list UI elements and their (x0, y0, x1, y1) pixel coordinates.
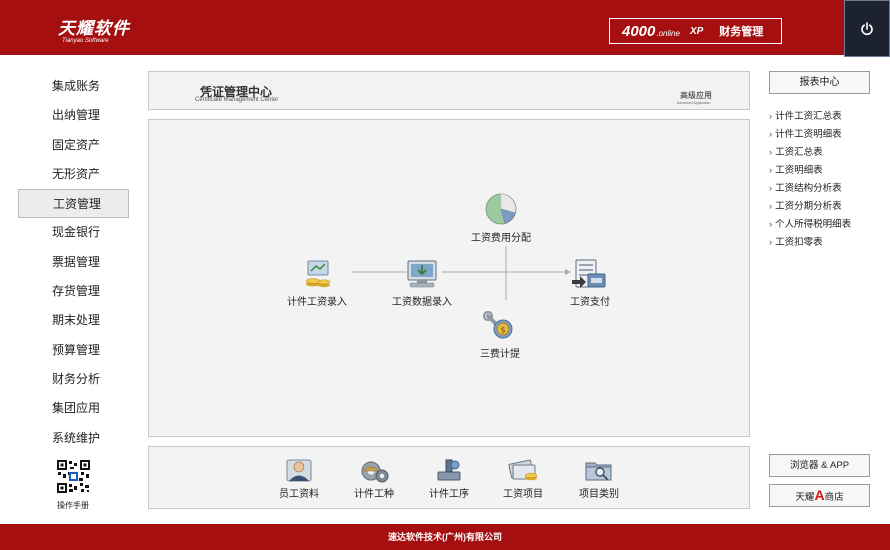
product-badge: 4000 .online XP 财务管理 (609, 18, 782, 44)
report-link-label: 工资扣零表 (775, 237, 823, 248)
nav-item-payroll[interactable]: 工资管理 (18, 189, 129, 219)
chevron-right-icon: › (769, 129, 773, 140)
wage-payment-icon (572, 259, 606, 288)
report-link[interactable]: › 个人所得税明细表 (769, 216, 851, 234)
report-link[interactable]: › 工资扣零表 (769, 234, 851, 252)
report-link-label: 工资汇总表 (775, 147, 823, 158)
svg-text:$: $ (500, 326, 505, 335)
wage-cost-allocation-label: 工资费用分配 (471, 233, 531, 244)
store-a-icon: A (814, 487, 825, 503)
manual-label[interactable]: 操作手册 (57, 500, 89, 511)
power-button[interactable] (844, 0, 890, 57)
header-bar: 天耀软件 Tianyao Software 4000 .online XP 财务… (0, 0, 890, 57)
footer-company: 速达软件技术(广州)有限公司 (388, 532, 502, 542)
report-list: › 计件工资汇总表 › 计件工资明细表 › 工资汇总表 › 工资明细表 › 工资结构分析表… (769, 108, 851, 252)
piece-process-label: 计件工序 (429, 489, 469, 500)
report-link[interactable]: › 工资明细表 (769, 162, 851, 180)
report-link[interactable]: › 计件工资汇总表 (769, 108, 851, 126)
report-link[interactable]: › 工资汇总表 (769, 144, 851, 162)
tool-employee-info[interactable]: 员工资料 (279, 457, 319, 500)
node-wage-payment[interactable]: 工资支付 (570, 258, 610, 308)
node-three-fees-accrual[interactable]: $ 三费计提 (480, 310, 520, 360)
nav-item-cash-bank[interactable]: 现金银行 (18, 218, 129, 247)
product-suffix: .online (656, 29, 680, 38)
app-store-button[interactable]: 天耀A商店 (769, 484, 870, 507)
advanced-app-link[interactable]: 高级应用 (680, 90, 712, 101)
chevron-right-icon: › (769, 147, 773, 158)
product-name: 财务管理 (719, 26, 764, 38)
nav-item-cashier[interactable]: 出纳管理 (18, 101, 129, 130)
wage-data-entry-label: 工资数据录入 (392, 297, 452, 308)
work-type-icon (361, 461, 389, 483)
wage-item-icon (508, 459, 538, 481)
node-wage-data-entry[interactable]: 工资数据录入 (392, 258, 452, 308)
product-number: 4000 (622, 22, 656, 40)
advanced-app-subtitle: Advanced Application (677, 101, 711, 105)
qr-code-icon[interactable] (56, 459, 91, 494)
report-link-label: 计件工资明细表 (775, 129, 842, 140)
nav-item-bills[interactable]: 票据管理 (18, 248, 129, 277)
chevron-right-icon: › (769, 183, 773, 194)
report-link-label: 计件工资汇总表 (775, 111, 842, 122)
tool-piece-process[interactable]: 计件工序 (429, 457, 469, 500)
nav-item-inventory[interactable]: 存货管理 (18, 277, 129, 306)
footer-bar: 速达软件技术(广州)有限公司 (0, 524, 890, 550)
employee-info-label: 员工资料 (279, 489, 319, 500)
wage-payment-label: 工资支付 (570, 297, 610, 308)
piece-wage-entry-label: 计件工资录入 (287, 297, 347, 308)
pie-chart-icon (485, 193, 517, 225)
category-icon (585, 462, 612, 481)
report-center-button[interactable]: 报表中心 (769, 71, 870, 94)
logo-main-text: 天耀软件 (58, 19, 130, 38)
report-link[interactable]: › 计件工资明细表 (769, 126, 851, 144)
nav-item-system-maintenance[interactable]: 系统维护 (18, 424, 129, 453)
nav-item-period-end[interactable]: 期末处理 (18, 306, 129, 335)
page-subtitle: Certificate Management Center (195, 97, 279, 103)
tool-piece-work-type[interactable]: 计件工种 (354, 457, 394, 500)
report-link-label: 工资结构分析表 (775, 183, 842, 194)
chevron-right-icon: › (769, 219, 773, 230)
tool-wage-item[interactable]: 工资项目 (503, 457, 543, 500)
report-link-label: 个人所得税明细表 (775, 219, 852, 230)
employee-icon (286, 459, 312, 482)
nav-item-financial-analysis[interactable]: 财务分析 (18, 365, 129, 394)
store-suffix: 商店 (824, 492, 844, 503)
item-category-label: 项目类别 (579, 489, 619, 500)
chevron-right-icon: › (769, 201, 773, 212)
report-link[interactable]: › 工资分期分析表 (769, 198, 851, 216)
nav-item-intangible-assets[interactable]: 无形资产 (18, 160, 129, 189)
browser-app-button[interactable]: 浏览器 & APP (769, 454, 870, 477)
wage-item-label: 工资项目 (503, 489, 543, 500)
bottom-toolbar: 员工资料 计件工种 计件工序 工资项目 项目类别 (148, 446, 750, 509)
three-fees-accrual-label: 三费计提 (480, 349, 520, 360)
wage-data-entry-icon (407, 260, 437, 288)
nav-item-integrated-accounts[interactable]: 集成账务 (18, 72, 129, 101)
product-edition: XP (689, 25, 704, 37)
title-bar: 凭证管理中心 Certificate Management Center 高级应… (148, 71, 750, 110)
piece-wage-entry-icon (305, 260, 331, 288)
chevron-right-icon: › (769, 237, 773, 248)
report-link-label: 工资分期分析表 (775, 201, 842, 212)
nav-item-group-apps[interactable]: 集团应用 (18, 394, 129, 423)
nav-item-budget[interactable]: 预算管理 (18, 336, 129, 365)
piece-work-type-label: 计件工种 (354, 489, 394, 500)
node-wage-cost-allocation[interactable]: 工资费用分配 (471, 192, 531, 244)
tool-item-category[interactable]: 项目类别 (579, 457, 619, 500)
store-prefix: 天耀 (795, 492, 815, 503)
nav-item-fixed-assets[interactable]: 固定资产 (18, 131, 129, 160)
power-icon (861, 21, 873, 35)
left-nav: 集成账务 出纳管理 固定资产 无形资产 工资管理 现金银行 票据管理 存货管理 … (18, 72, 129, 453)
process-icon (437, 459, 461, 481)
chevron-right-icon: › (769, 111, 773, 122)
logo: 天耀软件 Tianyao Software (58, 14, 130, 44)
report-link[interactable]: › 工资结构分析表 (769, 180, 851, 198)
tools-coin-icon: $ (482, 310, 513, 339)
chevron-right-icon: › (769, 165, 773, 176)
report-link-label: 工资明细表 (775, 165, 823, 176)
node-piece-wage-entry[interactable]: 计件工资录入 (287, 258, 347, 308)
workflow-panel: 计件工资录入 工资数据录入 工资费用分配 $ 三费计提 工资支付 (148, 119, 750, 437)
